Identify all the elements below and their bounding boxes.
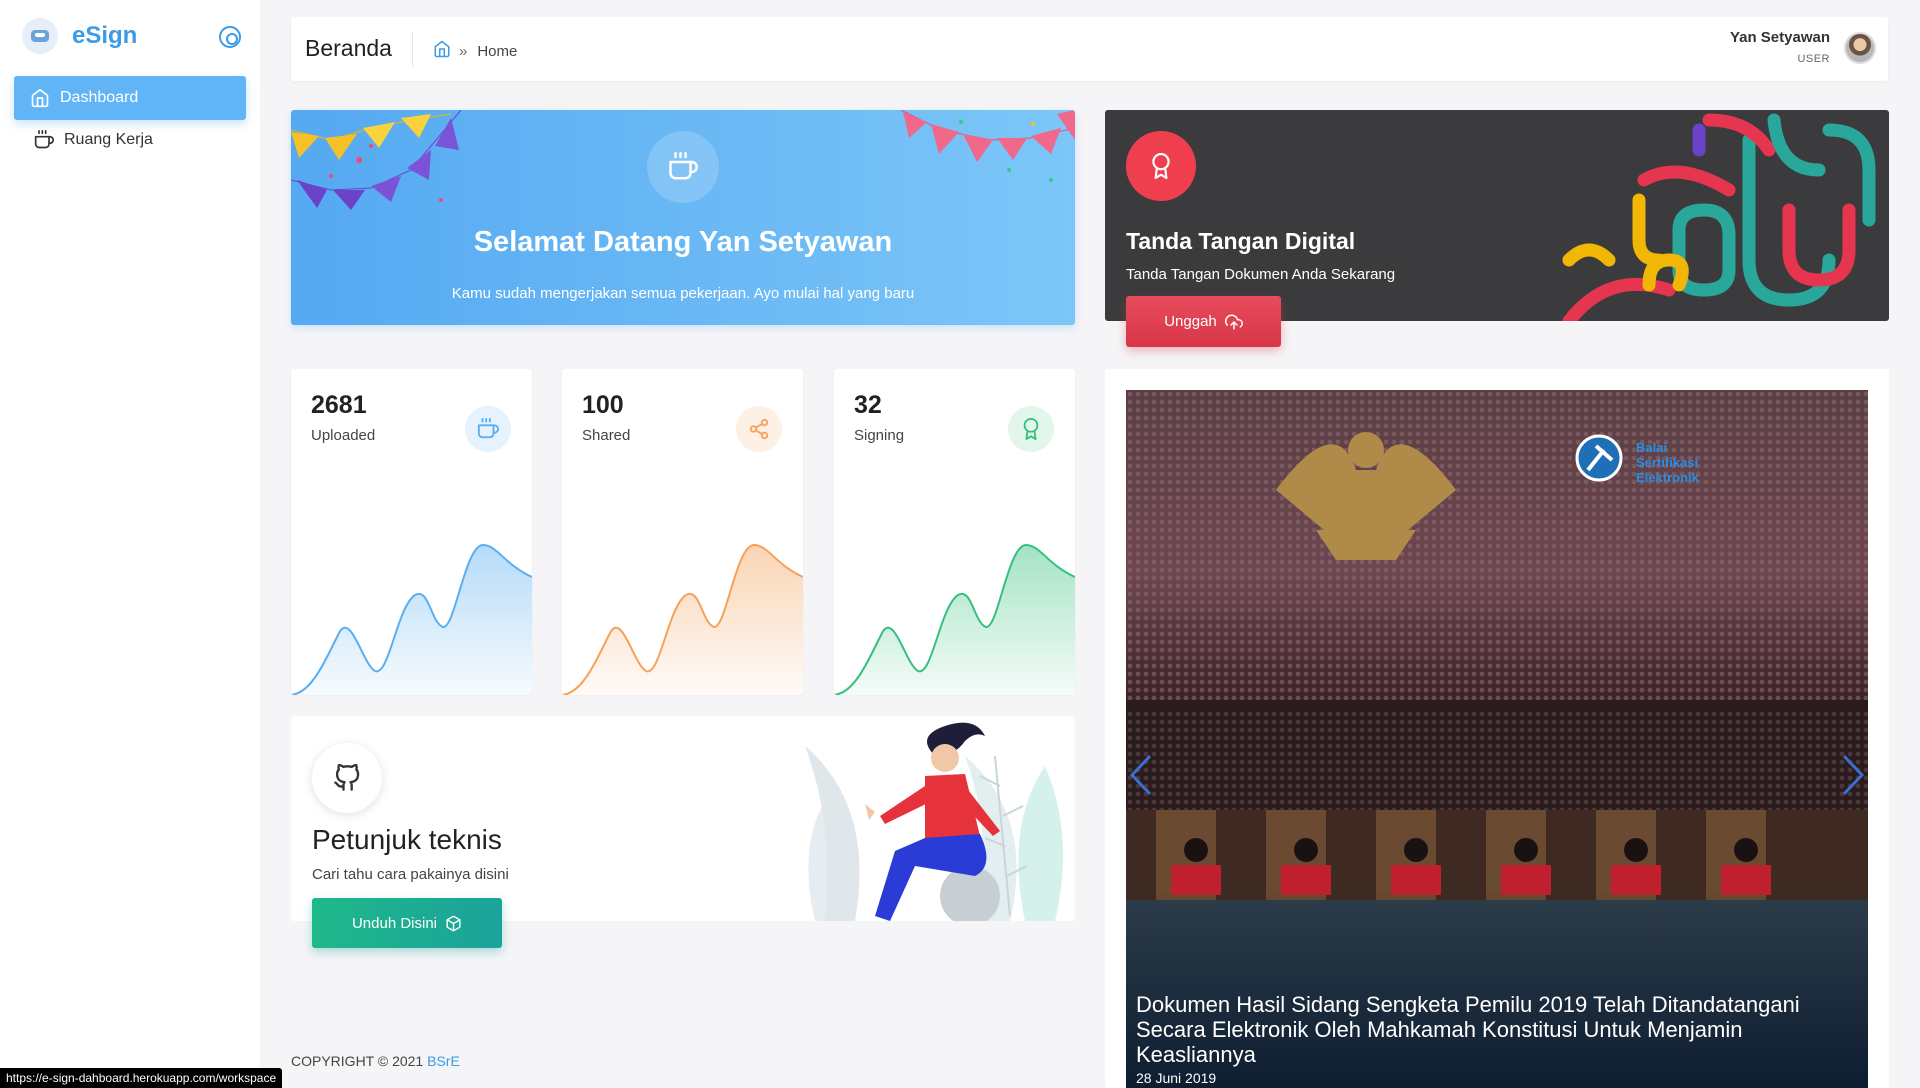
download-button-label: Unduh Disini — [351, 914, 438, 932]
upload-button-label: Unggah — [1164, 313, 1217, 330]
award-icon — [1126, 131, 1196, 201]
shared-sparkline — [562, 543, 803, 695]
coffee-icon — [647, 131, 719, 203]
share-icon — [736, 406, 782, 452]
news-image[interactable]: Balai Sertifikasi Elektronik Dokumen Has… — [1126, 390, 1868, 1088]
stat-card-signing: 32 Signing — [834, 369, 1075, 695]
news-carousel: Balai Sertifikasi Elektronik Dokumen Has… — [1105, 369, 1889, 1088]
sidebar-item-ruang-kerja[interactable]: Ruang Kerja — [14, 118, 246, 162]
top-bar: Beranda » Home Yan Setyawan USER — [291, 17, 1888, 81]
guide-title: Petunjuk teknis — [312, 824, 502, 855]
bsre-logo-text: Balai Sertifikasi Elektronik — [1636, 440, 1699, 485]
stat-value: 32 — [854, 391, 882, 419]
home-icon — [30, 88, 50, 108]
stat-card-shared: 100 Shared — [562, 369, 803, 695]
sidebar-item-dashboard[interactable]: Dashboard — [14, 76, 246, 120]
sidebar-item-label: Dashboard — [60, 89, 139, 106]
digital-signature-card: Tanda Tangan Digital Tanda Tangan Dokume… — [1105, 110, 1889, 347]
swirl-decoration — [1549, 110, 1889, 321]
welcome-title: Selamat Datang Yan Setyawan — [473, 226, 893, 258]
stat-value: 100 — [582, 391, 624, 419]
news-date: 28 Juni 2019 — [1136, 1070, 1217, 1086]
stat-value: 2681 — [311, 391, 367, 419]
carousel-prev-icon[interactable] — [1126, 752, 1156, 798]
stat-card-uploaded: 2681 Uploaded — [291, 369, 532, 695]
user-role: USER — [1797, 53, 1830, 65]
brand[interactable]: eSign — [22, 18, 137, 54]
footer-link[interactable]: BSrE — [427, 1053, 460, 1069]
upload-cloud-icon — [1224, 314, 1243, 329]
signing-sparkline — [834, 543, 1075, 695]
footer: COPYRIGHT © 2021 BSrE — [291, 1053, 460, 1069]
welcome-subtitle: Kamu sudah mengerjakan semua pekerjaan. … — [451, 285, 915, 302]
coffee-icon — [34, 130, 54, 150]
award-icon — [1008, 406, 1054, 452]
title-divider — [412, 31, 413, 67]
github-icon — [312, 743, 382, 813]
welcome-banner: Selamat Datang Yan Setyawan Kamu sudah m… — [291, 110, 1075, 325]
breadcrumb-home[interactable]: Home — [477, 43, 517, 60]
stat-label: Shared — [582, 427, 631, 444]
chevrons-right-icon: » — [459, 42, 468, 60]
uploaded-sparkline — [291, 543, 532, 695]
page-title: Beranda — [305, 35, 392, 61]
status-bar-url: https://e-sign-dahboard.herokuapp.com/wo… — [0, 1068, 283, 1088]
sidebar-toggle-icon[interactable] — [219, 26, 241, 48]
stat-label: Signing — [854, 427, 905, 444]
carousel-next-icon[interactable] — [1838, 752, 1868, 798]
esign-logo-icon — [22, 18, 58, 54]
brand-name: eSign — [72, 22, 138, 49]
download-button[interactable]: Unduh Disini — [312, 898, 502, 948]
coffee-icon — [465, 406, 511, 452]
footer-copyright: COPYRIGHT © 2021 — [291, 1053, 428, 1069]
technical-guide-card: Petunjuk teknis Cari tahu cara pakainya … — [291, 716, 1075, 948]
upload-button[interactable]: Unggah — [1126, 296, 1281, 347]
package-icon — [446, 915, 461, 931]
digital-signature-title: Tanda Tangan Digital — [1126, 228, 1356, 254]
avatar[interactable] — [1844, 32, 1876, 64]
news-caption[interactable]: Dokumen Hasil Sidang Sengketa Pemilu 201… — [1136, 992, 1856, 1067]
guide-illustration — [795, 716, 1075, 921]
sidebar: eSign Dashboard Ruang Kerja — [0, 0, 260, 1088]
sidebar-item-label: Ruang Kerja — [64, 131, 153, 148]
digital-signature-subtitle: Tanda Tangan Dokumen Anda Sekarang — [1126, 266, 1396, 283]
guide-subtitle: Cari tahu cara pakainya disini — [312, 866, 509, 883]
breadcrumb: » Home — [433, 40, 517, 62]
bsre-logo — [1575, 434, 1623, 482]
stat-label: Uploaded — [311, 427, 376, 444]
user-name[interactable]: Yan Setyawan — [1730, 29, 1830, 46]
home-icon[interactable] — [433, 40, 451, 62]
